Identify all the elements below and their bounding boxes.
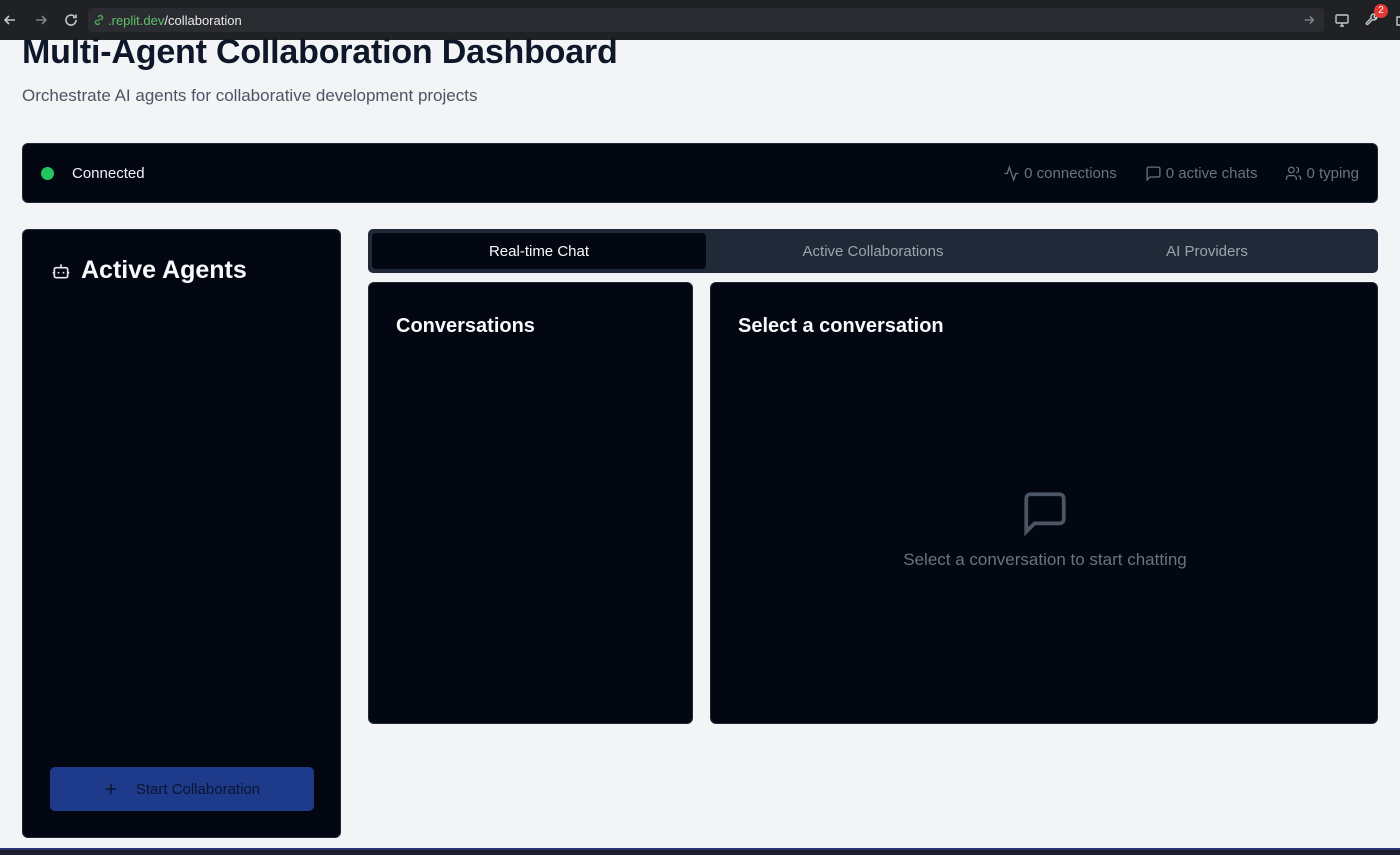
bot-icon bbox=[52, 263, 70, 278]
users-icon bbox=[1286, 165, 1302, 180]
back-button[interactable] bbox=[0, 5, 20, 35]
link-icon bbox=[92, 13, 106, 27]
chat-empty-state: Select a conversation to start chatting bbox=[711, 488, 1379, 570]
active-chats-count: 0 active chats bbox=[1165, 164, 1258, 182]
plus-icon bbox=[105, 783, 117, 795]
connection-status-bar: Connected 0 connections 0 active chats 0… bbox=[22, 143, 1378, 203]
chat-panel: Select a conversation Select a conversat… bbox=[710, 282, 1378, 724]
toolbar-icons: 2 bbox=[1332, 4, 1400, 32]
extensions-badge: 2 bbox=[1374, 4, 1388, 18]
connection-status-text: Connected bbox=[72, 164, 145, 182]
tab-ai-providers[interactable]: AI Providers bbox=[1040, 233, 1374, 269]
reload-button[interactable] bbox=[56, 5, 86, 35]
start-collaboration-button[interactable]: Start Collaboration bbox=[50, 767, 314, 811]
page-subtitle: Orchestrate AI agents for collaborative … bbox=[22, 86, 478, 105]
typing-stat: 0 typing bbox=[1285, 165, 1359, 182]
conversations-panel: Conversations bbox=[368, 282, 693, 724]
message-square-icon bbox=[1146, 165, 1161, 181]
connections-stat: 0 connections bbox=[1003, 165, 1117, 182]
window-bottom-edge bbox=[0, 848, 1400, 855]
agents-panel-header: Active Agents bbox=[51, 256, 247, 285]
main-tabs: Real-time Chat Active Collaborations AI … bbox=[368, 229, 1378, 273]
open-external-button[interactable] bbox=[1392, 8, 1400, 32]
chat-panel-title: Select a conversation bbox=[738, 315, 944, 337]
tab-active-collaborations[interactable]: Active Collaborations bbox=[706, 233, 1040, 269]
arrow-left-icon bbox=[3, 15, 15, 25]
address-bar[interactable]: .replit.dev/collaboration bbox=[88, 8, 1324, 32]
conversations-title: Conversations bbox=[396, 315, 535, 337]
reload-icon bbox=[65, 14, 77, 26]
screen-cast-button[interactable] bbox=[1332, 8, 1352, 32]
empty-state-text: Select a conversation to start chatting bbox=[903, 550, 1187, 569]
external-link-icon bbox=[1396, 16, 1400, 26]
go-arrow-icon[interactable] bbox=[1302, 13, 1316, 27]
activity-icon bbox=[1004, 164, 1019, 182]
agents-panel-title: Active Agents bbox=[81, 256, 247, 284]
arrow-right-icon bbox=[36, 15, 48, 25]
active-agents-panel: Active Agents Start Collaboration bbox=[22, 229, 341, 838]
connections-count: 0 connections bbox=[1024, 164, 1117, 182]
url-domain: .replit.dev bbox=[108, 12, 165, 28]
forward-button[interactable] bbox=[26, 5, 56, 35]
monitor-icon bbox=[1335, 14, 1349, 27]
extensions-button[interactable]: 2 bbox=[1362, 4, 1388, 32]
status-stats: 0 connections 0 active chats 0 typing bbox=[1003, 165, 1359, 182]
typing-count: 0 typing bbox=[1306, 164, 1359, 182]
message-square-icon bbox=[1024, 492, 1066, 537]
page-title: Multi-Agent Collaboration Dashboard bbox=[22, 33, 618, 71]
start-collaboration-label: Start Collaboration bbox=[135, 780, 261, 798]
status-indicator-dot bbox=[41, 166, 54, 180]
tab-real-time-chat[interactable]: Real-time Chat bbox=[372, 233, 706, 269]
active-chats-stat: 0 active chats bbox=[1145, 164, 1258, 182]
url-path: /collaboration bbox=[164, 12, 242, 28]
